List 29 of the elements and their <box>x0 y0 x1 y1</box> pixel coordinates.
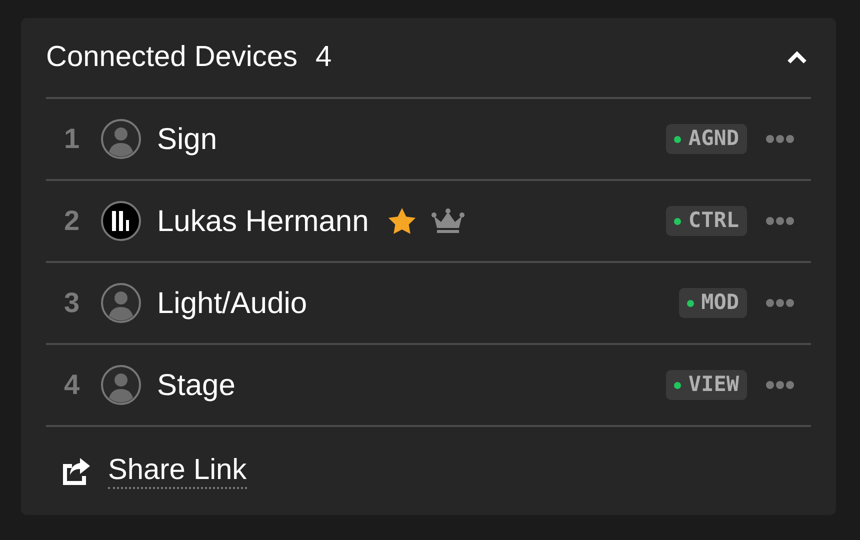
share-icon <box>60 456 92 486</box>
chevron-up-icon <box>787 51 807 64</box>
badge-text: CTRL <box>688 207 739 234</box>
share-link[interactable]: Share Link <box>108 453 247 489</box>
more-button[interactable] <box>765 134 795 144</box>
more-icon <box>765 380 795 390</box>
device-count: 4 <box>315 40 332 75</box>
badge-text: VIEW <box>688 371 739 398</box>
panel-title: Connected Devices <box>46 40 298 75</box>
badge-text: MOD <box>701 289 739 316</box>
avatar-icon <box>101 283 141 323</box>
more-button[interactable] <box>765 216 795 226</box>
device-name: Stage <box>157 368 236 404</box>
device-name: Sign <box>157 122 218 158</box>
row-number: 3 <box>64 286 81 320</box>
logo-avatar-icon <box>101 201 141 241</box>
row-number: 2 <box>64 204 81 238</box>
more-button[interactable] <box>765 380 795 390</box>
more-button[interactable] <box>765 298 795 308</box>
badge-text: AGND <box>688 125 739 152</box>
more-icon <box>765 134 795 144</box>
device-name: Lukas Hermann <box>157 204 369 240</box>
avatar-icon <box>101 119 141 159</box>
row-number: 4 <box>64 368 81 402</box>
more-icon <box>765 216 795 226</box>
row-number: 1 <box>64 122 81 156</box>
avatar-icon <box>101 365 141 405</box>
device-name: Light/Audio <box>157 286 308 322</box>
more-icon <box>765 298 795 308</box>
